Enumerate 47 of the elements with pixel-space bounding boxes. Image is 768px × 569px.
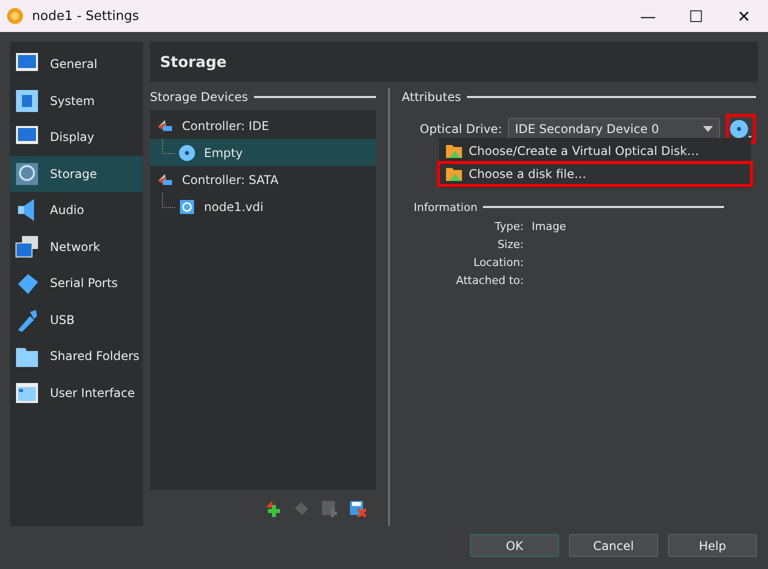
group-title: Information	[414, 200, 478, 214]
tree-item[interactable]: Controller: IDE	[150, 112, 376, 139]
info-value: Image	[532, 220, 568, 233]
dropdown-arrow-icon	[703, 126, 713, 132]
sidebar-item[interactable]: System	[10, 82, 143, 119]
optical-drive-dropdown[interactable]: IDE Secondary Device 0	[508, 118, 720, 140]
info-label: Location:	[472, 256, 524, 269]
tree-item[interactable]: Controller: SATA	[150, 166, 376, 193]
sidebar-item[interactable]: Network	[10, 228, 143, 265]
info-label: Attached to:	[455, 274, 524, 287]
sidebar-item[interactable]: General	[10, 46, 143, 82]
sidebar-item[interactable]: Serial Ports	[10, 265, 143, 302]
window-title: node1 - Settings	[32, 8, 140, 24]
add-attachment-icon	[320, 499, 338, 517]
maximize-button[interactable]: ☐	[672, 0, 720, 32]
add-controller-icon	[264, 499, 282, 517]
toolbar-button[interactable]	[264, 499, 282, 517]
dialog-button[interactable]: Help	[668, 534, 757, 557]
sidebar-item[interactable]: Audio	[10, 192, 143, 228]
sidebar-item[interactable]: Display	[10, 119, 143, 156]
tree-item[interactable]: node1.vdi	[150, 193, 376, 220]
info-label: Type:	[494, 220, 524, 233]
menu-item[interactable]: Choose a disk file…	[438, 163, 751, 185]
sidebar-item[interactable]: Shared Folders	[10, 338, 143, 374]
tree-item[interactable]: Empty	[150, 139, 376, 166]
caret-icon	[748, 136, 752, 138]
dialog-button[interactable]: OK	[470, 534, 559, 557]
page-title: Storage	[160, 53, 227, 71]
network-icon	[14, 234, 40, 260]
optical-disc-icon	[730, 120, 748, 138]
folder-icon	[444, 143, 463, 159]
folder-icon	[444, 166, 463, 182]
sidebar-item[interactable]: USB	[10, 302, 143, 338]
sidebar-item[interactable]: User Interface	[10, 374, 143, 411]
minimize-button[interactable]: —	[624, 0, 672, 32]
group-title: Attributes	[402, 90, 461, 104]
sidebar-item[interactable]: Storage	[10, 156, 143, 192]
dialog-button[interactable]: Cancel	[569, 534, 658, 557]
close-button[interactable]: ✕	[720, 0, 768, 32]
menu-item[interactable]: Choose/Create a Virtual Optical Disk…	[438, 140, 751, 162]
field-label: Optical Drive:	[420, 122, 502, 136]
remove-attachment-icon	[348, 499, 366, 517]
group-title: Storage Devices	[150, 90, 248, 104]
app-icon	[6, 7, 24, 25]
optical-disc-icon	[178, 144, 196, 162]
toolbar-button[interactable]	[348, 499, 366, 517]
info-label: Size:	[496, 238, 524, 251]
